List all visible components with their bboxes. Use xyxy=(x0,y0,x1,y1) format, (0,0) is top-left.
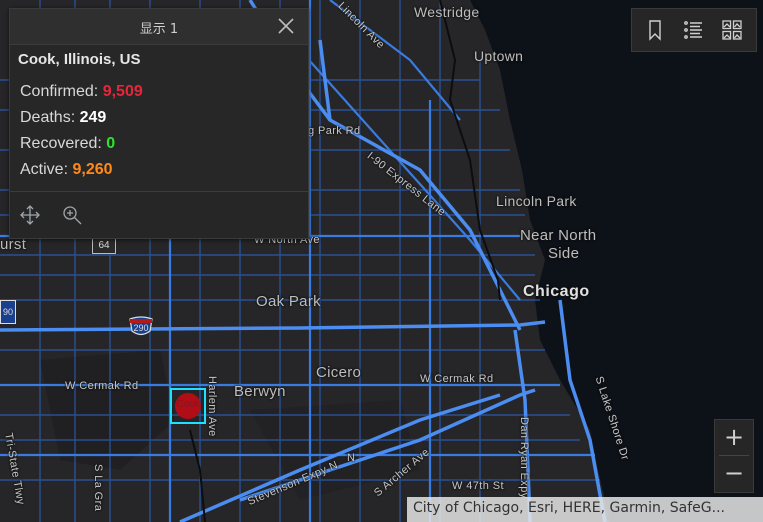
road-w-47th-st: W 47th St xyxy=(452,480,504,492)
stat-deaths-label: Deaths: xyxy=(20,109,76,126)
road-dan-ryan-expy: Dan Ryan Expy xyxy=(518,417,530,499)
road-harlem-ave: Harlem Ave xyxy=(206,376,218,437)
zoom-to-icon[interactable] xyxy=(61,204,83,226)
attribution[interactable]: City of Chicago, Esri, HERE, Garmin, Saf… xyxy=(407,497,763,522)
stat-active-value: 9,260 xyxy=(72,161,113,178)
stat-confirmed: Confirmed: 9,509 xyxy=(20,83,143,101)
i290-shield-label: 290 xyxy=(133,323,149,333)
zoom-out-button[interactable]: − xyxy=(715,456,753,491)
feature-popup: 显示 1 Cook, Illinois, US Confirmed: 9,509… xyxy=(9,8,309,239)
stat-confirmed-value: 9,509 xyxy=(102,83,143,100)
list-icon[interactable] xyxy=(682,19,704,41)
stat-recovered-value: 0 xyxy=(106,135,116,152)
i290-shield: 290 xyxy=(128,316,154,338)
i90-shield: 90 xyxy=(0,300,16,324)
place-chicago: Chicago xyxy=(523,283,590,300)
stat-deaths-value: 249 xyxy=(79,109,107,126)
us64-shield-label: 64 xyxy=(98,240,110,251)
i90-shield-label: 90 xyxy=(2,307,13,317)
stat-active-label: Active: xyxy=(20,161,69,178)
popup-footer xyxy=(10,191,308,238)
popup-subtitle: Cook, Illinois, US xyxy=(18,51,141,68)
stat-active: Active: 9,260 xyxy=(20,161,113,179)
us64-shield: 64 xyxy=(92,238,116,254)
close-icon[interactable] xyxy=(276,16,296,36)
road-n-label: N xyxy=(347,452,356,464)
place-cicero: Cicero xyxy=(316,364,362,381)
place-oak-park: Oak Park xyxy=(256,293,321,310)
map-toolbar xyxy=(631,8,757,52)
road-park-rd: g Park Rd xyxy=(308,125,361,137)
place-lincoln-park: Lincoln Park xyxy=(496,193,577,209)
bookmark-icon[interactable] xyxy=(644,19,666,41)
stat-confirmed-label: Confirmed: xyxy=(20,83,99,100)
popup-title: 显示 1 xyxy=(139,22,179,37)
zoom-in-button[interactable]: + xyxy=(715,420,753,455)
county-marker[interactable]: Cook xyxy=(170,388,206,424)
stat-recovered: Recovered: 0 xyxy=(20,135,115,153)
move-icon[interactable] xyxy=(19,204,41,226)
road-s-la-grange: S La Gra xyxy=(92,464,104,512)
place-westridge: Westridge xyxy=(414,4,480,20)
place-near-north-1: Near North xyxy=(520,227,597,244)
popup-header: 显示 1 xyxy=(10,9,308,45)
road-w-cermak-west: W Cermak Rd xyxy=(65,380,139,392)
place-berwyn: Berwyn xyxy=(234,383,286,400)
stat-deaths: Deaths: 249 xyxy=(20,109,106,127)
place-uptown: Uptown xyxy=(474,48,524,64)
basemap-gallery-icon[interactable] xyxy=(721,19,743,41)
place-near-north-2: Side xyxy=(548,245,580,262)
road-w-cermak-east: W Cermak Rd xyxy=(420,373,494,385)
county-marker-label: Cook xyxy=(176,399,200,410)
stat-recovered-label: Recovered: xyxy=(20,135,102,152)
zoom-controls: + − xyxy=(714,419,754,493)
